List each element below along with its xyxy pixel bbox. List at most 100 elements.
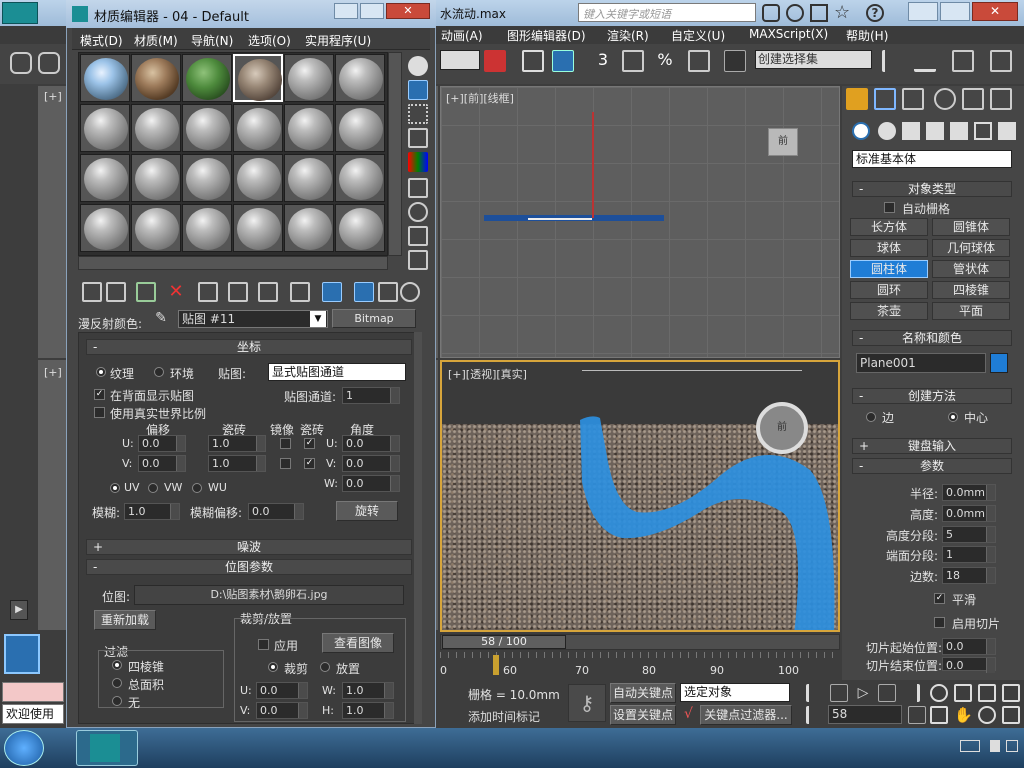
bitmap-params-rollout[interactable]: - 位图参数	[86, 559, 412, 575]
key-filters-button[interactable]: 关键点过滤器...	[700, 705, 792, 725]
sphere-button[interactable]: 球体	[850, 239, 928, 257]
sample-slot-pebble-selected[interactable]	[233, 54, 283, 102]
reset-map-icon[interactable]: ✕	[166, 282, 186, 302]
v-tiling-spinner[interactable]: 1.0	[208, 455, 266, 472]
next-frame-icon[interactable]	[878, 684, 896, 702]
height-segments-spinner[interactable]: 5	[942, 526, 996, 543]
add-time-tag-button[interactable]: 添加时间标记	[464, 708, 560, 726]
teapot-button[interactable]: 茶壶	[850, 302, 928, 320]
pyramid-button[interactable]: 四棱锥	[932, 281, 1010, 299]
mat-maximize-button[interactable]	[360, 3, 384, 19]
layer-manager-icon[interactable]	[952, 50, 974, 72]
cap-segments-spinner[interactable]: 1	[942, 546, 996, 563]
helpers-category-icon[interactable]	[950, 122, 968, 140]
close-button[interactable]: ✕	[972, 2, 1018, 21]
center-radio[interactable]	[948, 412, 958, 422]
video-color-check-icon[interactable]	[408, 152, 428, 172]
assign-to-selection-icon[interactable]	[136, 282, 156, 302]
named-selection-set-dropdown[interactable]: 创建选择集	[755, 50, 872, 69]
u-offset-spinner[interactable]: 0.0	[138, 435, 186, 452]
environment-radio[interactable]	[154, 367, 164, 377]
network-tray-icon[interactable]	[990, 740, 1000, 752]
mapping-dropdown[interactable]: 显式贴图通道	[268, 363, 406, 381]
slice-from-spinner[interactable]: 0.0	[942, 638, 996, 655]
create-tab-icon[interactable]	[846, 88, 868, 110]
menu-graph-editors[interactable]: 图形编辑器(D)	[507, 27, 586, 44]
sample-slot-water[interactable]	[80, 54, 130, 102]
get-material-icon[interactable]	[82, 282, 102, 302]
select-by-material-icon[interactable]	[408, 226, 428, 246]
modify-tab-icon[interactable]	[874, 88, 896, 110]
material-options-icon[interactable]	[408, 202, 428, 222]
sample-slot-rock[interactable]	[131, 54, 181, 102]
menu-animation[interactable]: 动画(A)	[441, 27, 483, 44]
sample-slot-11[interactable]	[284, 104, 334, 152]
menu-rendering[interactable]: 渲染(R)	[607, 27, 649, 44]
edge-radio[interactable]	[866, 412, 876, 422]
crop-h-spinner[interactable]: 1.0	[342, 702, 394, 719]
crop-u-spinner[interactable]: 0.0	[256, 682, 308, 699]
box-button[interactable]: 长方体	[850, 218, 928, 236]
real-world-scale-checkbox[interactable]	[94, 407, 105, 418]
v-angle-spinner[interactable]: 0.0	[342, 455, 400, 472]
v-tile-checkbox[interactable]: ✓	[304, 458, 315, 469]
zoom-extents-all-icon[interactable]	[1002, 684, 1020, 702]
material-id-icon[interactable]	[258, 282, 278, 302]
primitive-type-dropdown[interactable]: 标准基本体	[852, 150, 1012, 168]
infocenter-icon[interactable]	[786, 4, 804, 22]
tube-button[interactable]: 管状体	[932, 260, 1010, 278]
goto-start-icon[interactable]	[806, 684, 824, 702]
autogrid-checkbox[interactable]	[884, 202, 895, 213]
maxscript-listener[interactable]	[2, 682, 64, 702]
move-icon[interactable]	[522, 50, 544, 72]
utilities-tab-icon[interactable]	[990, 88, 1012, 110]
wu-radio[interactable]	[192, 483, 202, 493]
noise-rollout[interactable]: + 噪波	[86, 539, 412, 555]
menu-maxscript[interactable]: MAXScript(X)	[749, 27, 828, 41]
cylinder-button[interactable]: 圆柱体	[850, 260, 928, 278]
sample-slot-grass[interactable]	[182, 54, 232, 102]
filter-summed-area-radio[interactable]	[112, 678, 122, 688]
coordinates-rollout[interactable]: - 坐标	[86, 339, 412, 355]
sample-slot-6[interactable]	[335, 54, 385, 102]
mat-menu-navigation[interactable]: 导航(N)	[191, 32, 233, 49]
viewport-perspective[interactable]	[440, 360, 840, 632]
mat-menu-material[interactable]: 材质(M)	[134, 32, 178, 49]
zoom-icon[interactable]	[930, 684, 948, 702]
sample-slot-24[interactable]	[335, 204, 385, 252]
u-angle-spinner[interactable]: 0.0	[342, 435, 400, 452]
crop-radio[interactable]	[268, 662, 278, 672]
sample-slot-7[interactable]	[80, 104, 130, 152]
connect-icon[interactable]	[810, 4, 828, 22]
u-tiling-spinner[interactable]: 1.0	[208, 435, 266, 452]
show-shaded-map-icon[interactable]	[290, 282, 310, 302]
selection-filter-dropdown[interactable]	[440, 50, 480, 70]
object-name-field[interactable]: Plane001	[856, 353, 986, 373]
mat-menu-modes[interactable]: 模式(D)	[80, 32, 123, 49]
viewport-left-label[interactable]: [+]	[44, 366, 62, 379]
sample-slot-16[interactable]	[233, 154, 283, 202]
place-radio[interactable]	[320, 662, 330, 672]
key-mode-dropdown[interactable]: 选定对象	[680, 683, 790, 702]
bitmap-path-button[interactable]: D:\贴图素材\鹅卵石.jpg	[134, 585, 404, 605]
make-preview-icon[interactable]	[408, 178, 428, 198]
start-button[interactable]	[4, 730, 44, 766]
viewport-front-label[interactable]: [+][前][线框]	[446, 90, 514, 106]
make-unique-icon[interactable]	[198, 282, 218, 302]
lights-category-icon[interactable]	[902, 122, 920, 140]
keyboard-entry-rollout[interactable]: + 键盘输入	[852, 438, 1012, 454]
percent-snap-icon[interactable]: %	[654, 50, 676, 72]
current-frame-field[interactable]: 58	[828, 705, 902, 724]
maximize-button[interactable]	[940, 2, 970, 21]
sample-slot-15[interactable]	[182, 154, 232, 202]
edit-named-selection-icon[interactable]	[724, 50, 746, 72]
parameters-rollout[interactable]: - 参数	[852, 458, 1012, 474]
plane-button[interactable]: 平面	[932, 302, 1010, 320]
radius-spinner[interactable]: 0.0mm	[942, 484, 996, 501]
viewport-perspective-label[interactable]: [+][透视][真实]	[448, 366, 527, 382]
expand-left-icon[interactable]: ▶	[10, 600, 28, 620]
name-color-rollout[interactable]: - 名称和颜色	[852, 330, 1012, 346]
sample-slot-8[interactable]	[131, 104, 181, 152]
slice-to-spinner[interactable]: 0.0	[942, 657, 996, 673]
geosphere-button[interactable]: 几何球体	[932, 239, 1010, 257]
